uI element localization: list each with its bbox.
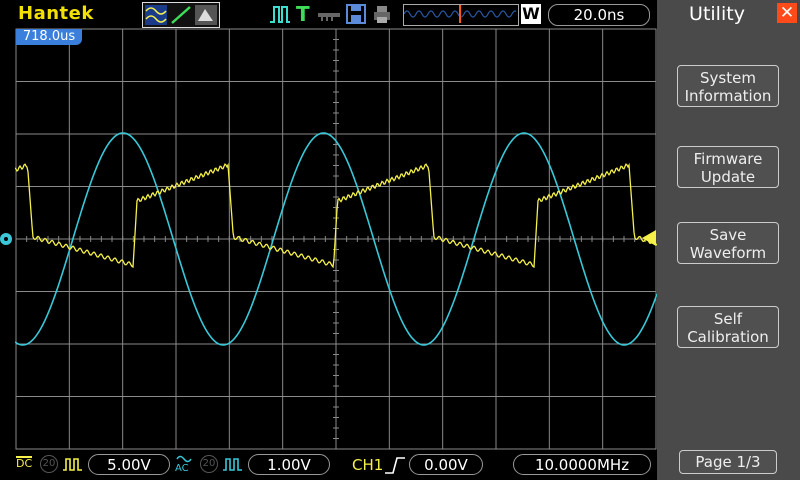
frequency-counter: 10.0000MHz — [513, 454, 651, 475]
trigger-position-readout: 718.0us — [16, 29, 82, 45]
pulse-icon — [269, 3, 291, 25]
trigger-level-readout[interactable]: 0.00V — [409, 454, 483, 475]
button-label-line1: Save — [709, 226, 747, 244]
ch2-bandwidth-limit-icon: 20 — [200, 455, 218, 473]
printer-icon — [371, 3, 393, 25]
vector-wave-icon — [145, 5, 167, 25]
firmware-update-button[interactable]: Firmware Update — [677, 146, 779, 188]
trigger-source: CH1 — [352, 456, 384, 474]
menu-page-button[interactable]: Page 1/3 — [679, 450, 777, 474]
dots-line-icon — [170, 5, 192, 25]
close-menu-button[interactable]: ✕ — [777, 3, 797, 23]
persist-icon — [195, 5, 217, 25]
waveform-display[interactable] — [14, 28, 658, 450]
button-label-line1: Self — [713, 310, 743, 328]
channel-ground-marker[interactable] — [0, 231, 16, 247]
ch1-volts-per-div[interactable]: 5.00V — [88, 454, 170, 475]
probe-icon — [316, 3, 340, 25]
trigger-level-marker[interactable] — [641, 229, 657, 247]
display-mode-icon-strip — [145, 5, 217, 25]
rising-edge-icon — [385, 457, 405, 474]
ch2-invert-icon — [223, 458, 242, 471]
button-label-line2: Calibration — [687, 328, 769, 346]
trigger-status-icon: T — [296, 2, 310, 26]
waveform-svg — [14, 28, 658, 450]
save-waveform-button[interactable]: Save Waveform — [677, 222, 779, 264]
memory-overview-bar — [403, 4, 519, 26]
button-label-line2: Update — [700, 168, 756, 186]
ch1-invert-icon — [63, 458, 82, 471]
memory-overview-wave — [403, 5, 519, 23]
display-mode-icons — [142, 2, 220, 28]
button-label-line1: System — [700, 69, 756, 87]
button-label-line2: Information — [684, 87, 772, 105]
menu-title: Utility — [689, 3, 745, 25]
save-disk-icon — [345, 3, 367, 25]
brand-logo: Hantek — [18, 3, 94, 24]
ch1-bandwidth-limit-icon: 20 — [40, 455, 58, 473]
timebase-readout[interactable]: 20.0ns — [548, 4, 650, 26]
ch2-volts-per-div[interactable]: 1.00V — [248, 454, 330, 475]
button-label-line1: Firmware — [693, 150, 763, 168]
ch2-coupling: AC — [175, 463, 189, 474]
self-calibration-button[interactable]: Self Calibration — [677, 306, 779, 348]
system-information-button[interactable]: System Information — [677, 65, 779, 107]
acquire-mode-badge: W — [521, 4, 541, 24]
ch1-coupling: DC — [16, 456, 33, 470]
grid — [15, 28, 657, 450]
button-label-line2: Waveform — [689, 244, 767, 262]
